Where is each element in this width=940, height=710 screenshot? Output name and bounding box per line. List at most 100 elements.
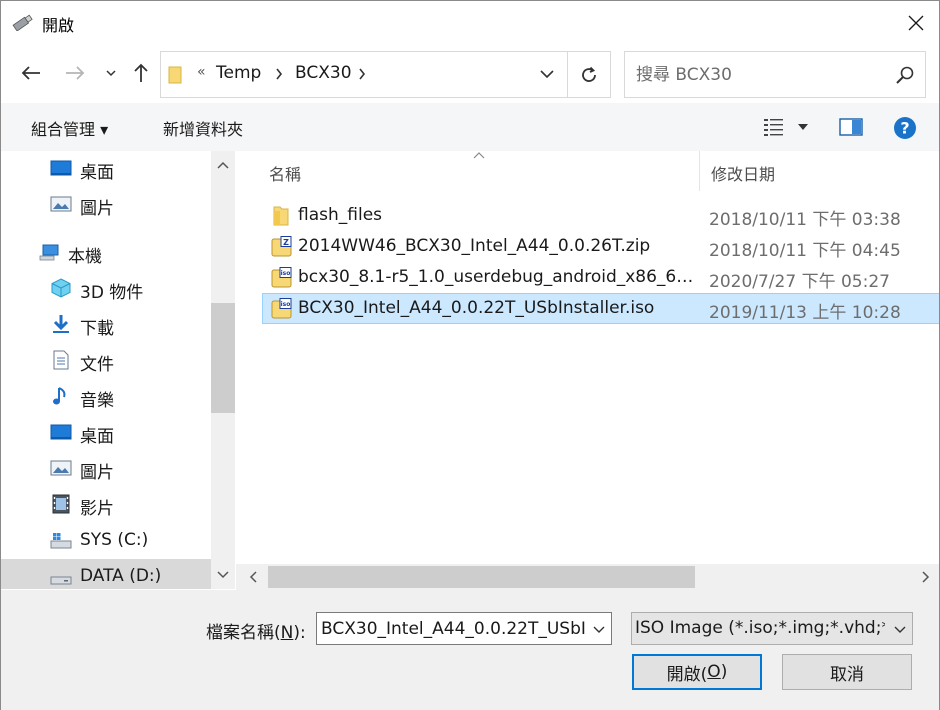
scroll-up-button[interactable] bbox=[211, 151, 235, 179]
chevron-down-icon bbox=[106, 69, 116, 76]
file-row[interactable]: flash_files 2018/10/11 下午 03:38 bbox=[262, 200, 939, 231]
address-overflow[interactable]: « bbox=[197, 64, 206, 80]
address-history-button[interactable] bbox=[527, 52, 567, 97]
filename-combobox bbox=[316, 612, 612, 645]
column-header-date[interactable]: 修改日期 bbox=[711, 161, 775, 201]
sidebar-item-downloads[interactable]: 下載 bbox=[1, 307, 211, 341]
cancel-button[interactable]: 取消 bbox=[782, 654, 912, 690]
search-icon[interactable] bbox=[895, 65, 915, 85]
sidebar-item-label: SYS (C:) bbox=[80, 530, 149, 550]
sidebar-item-this-pc[interactable]: 本機 bbox=[1, 235, 211, 269]
refresh-button[interactable] bbox=[568, 52, 610, 97]
recent-locations-button[interactable] bbox=[101, 63, 121, 83]
caret-down-icon bbox=[798, 124, 808, 130]
organize-button[interactable]: 組合管理 ▾ bbox=[31, 116, 108, 140]
breadcrumb-temp[interactable]: Temp bbox=[216, 63, 261, 83]
svg-text:Z: Z bbox=[283, 238, 289, 247]
file-type-select[interactable]: ISO Image (*.iso;*.img;*.vhd;*.usb) bbox=[631, 612, 913, 645]
chevron-down-icon[interactable] bbox=[591, 621, 607, 637]
downloads-icon bbox=[53, 315, 69, 333]
column-header-name[interactable]: 名稱 bbox=[269, 161, 301, 201]
sidebar-item-label: 桌面 bbox=[80, 427, 114, 447]
sidebar-item-music[interactable]: 音樂 bbox=[1, 379, 211, 413]
hscroll-thumb[interactable] bbox=[268, 566, 695, 588]
zip-file-icon: Z bbox=[271, 236, 292, 257]
open-button-text: 開啟( bbox=[666, 664, 708, 685]
file-name: 2014WW46_BCX30_Intel_A44_0.0.26T.zip bbox=[298, 236, 651, 256]
file-row[interactable]: iso bcx30_8.1-r5_1.0_userdebug_android_x… bbox=[262, 262, 939, 293]
sidebar-item-label: 3D 物件 bbox=[80, 283, 144, 303]
new-folder-button[interactable]: 新增資料夾 bbox=[163, 116, 243, 140]
sidebar-item-label: 圖片 bbox=[80, 199, 114, 219]
open-button-suffix: ) bbox=[720, 662, 728, 682]
file-list: 名稱 修改日期 flash_files 2018/10/11 下午 03:38 … bbox=[236, 151, 939, 589]
preview-pane-icon bbox=[839, 118, 863, 136]
file-name: BCX30_Intel_A44_0.0.22T_USbInstaller.iso bbox=[298, 298, 655, 318]
usb-drive-icon bbox=[12, 14, 33, 31]
chevron-left-icon bbox=[249, 571, 257, 583]
open-button[interactable]: 開啟(O) bbox=[632, 654, 762, 690]
file-date: 2020/7/27 下午 05:27 bbox=[709, 272, 890, 292]
view-menu-button[interactable] bbox=[793, 119, 813, 135]
desktop-icon bbox=[50, 160, 72, 176]
sidebar-scroll-thumb[interactable] bbox=[211, 303, 235, 413]
file-list-hscrollbar[interactable] bbox=[236, 564, 939, 590]
dialog-footer: 檔案名稱(N): ISO Image (*.iso;*.img;*.vhd;*.… bbox=[1, 590, 939, 710]
sidebar-item-label: 音樂 bbox=[80, 391, 114, 411]
scroll-left-button[interactable] bbox=[238, 564, 268, 590]
help-button[interactable]: ? bbox=[891, 114, 919, 142]
open-button-accesskey: O bbox=[707, 662, 721, 682]
sidebar-item-desktop[interactable]: 桌面 bbox=[1, 151, 211, 185]
file-row[interactable]: Z 2014WW46_BCX30_Intel_A44_0.0.26T.zip 2… bbox=[262, 231, 939, 262]
navigation-bar: « Temp BCX30 bbox=[1, 45, 939, 103]
sidebar-item-drive-c[interactable]: SYS (C:) bbox=[1, 523, 211, 557]
preview-pane-button[interactable] bbox=[837, 115, 865, 139]
desktop-icon bbox=[50, 424, 72, 440]
breadcrumb-bcx30[interactable]: BCX30 bbox=[295, 63, 352, 83]
arrow-right-icon bbox=[66, 66, 85, 80]
music-icon bbox=[53, 387, 66, 405]
drive-c-icon bbox=[50, 533, 72, 549]
command-toolbar: 組合管理 ▾ 新增資料夾 ? bbox=[1, 103, 939, 151]
pictures-icon bbox=[50, 196, 72, 212]
svg-text:?: ? bbox=[900, 119, 909, 138]
sidebar-item-drive-d[interactable]: DATA (D:) bbox=[1, 559, 211, 589]
computer-icon bbox=[39, 244, 59, 261]
chevron-down-icon bbox=[894, 626, 906, 633]
back-button[interactable] bbox=[15, 57, 47, 89]
view-options-button[interactable] bbox=[759, 115, 789, 139]
file-row-selected[interactable]: iso BCX30_Intel_A44_0.0.22T_USbInstaller… bbox=[262, 293, 939, 324]
breadcrumb-separator-icon[interactable] bbox=[274, 66, 284, 82]
forward-button[interactable] bbox=[59, 57, 91, 89]
videos-icon bbox=[52, 494, 70, 514]
scroll-down-button[interactable] bbox=[211, 561, 235, 589]
help-icon: ? bbox=[894, 117, 916, 139]
column-divider[interactable] bbox=[699, 151, 700, 191]
arrow-left-icon bbox=[21, 66, 40, 80]
sidebar-item-pictures[interactable]: 圖片 bbox=[1, 187, 211, 221]
sidebar-item-3d-objects[interactable]: 3D 物件 bbox=[1, 271, 211, 305]
file-date: 2019/11/13 上午 10:28 bbox=[709, 303, 901, 323]
scroll-right-button[interactable] bbox=[911, 564, 940, 590]
folder-icon bbox=[168, 66, 182, 84]
chevron-down-icon bbox=[217, 571, 229, 579]
sidebar-item-documents[interactable]: 文件 bbox=[1, 343, 211, 377]
file-type-value: ISO Image (*.iso;*.img;*.vhd;*.usb) bbox=[635, 618, 885, 638]
file-name: flash_files bbox=[298, 205, 383, 225]
address-bar[interactable]: « Temp BCX30 bbox=[160, 51, 611, 98]
pictures-icon bbox=[50, 460, 72, 476]
sidebar-item-desktop-2[interactable]: 桌面 bbox=[1, 415, 211, 449]
up-button[interactable] bbox=[127, 57, 155, 89]
chevron-up-icon bbox=[217, 161, 229, 169]
navigation-pane: 桌面 圖片 本機 3D 物件 下載 文件 音樂 桌面 圖片 影片 SYS (C:… bbox=[1, 151, 235, 589]
sidebar-scrollbar[interactable] bbox=[211, 151, 235, 589]
close-icon bbox=[908, 15, 924, 31]
search-input[interactable] bbox=[625, 52, 887, 97]
breadcrumb-separator-icon[interactable] bbox=[357, 66, 367, 82]
filename-input[interactable] bbox=[317, 613, 585, 644]
open-file-dialog: 開啟 « Temp BCX30 搜尋 BCX30 組合管理 ▾ 新增資料夾 ? … bbox=[0, 0, 940, 710]
close-button[interactable] bbox=[893, 1, 939, 45]
chevron-right-icon bbox=[922, 571, 930, 583]
sidebar-item-pictures-2[interactable]: 圖片 bbox=[1, 451, 211, 485]
sidebar-item-videos[interactable]: 影片 bbox=[1, 487, 211, 521]
